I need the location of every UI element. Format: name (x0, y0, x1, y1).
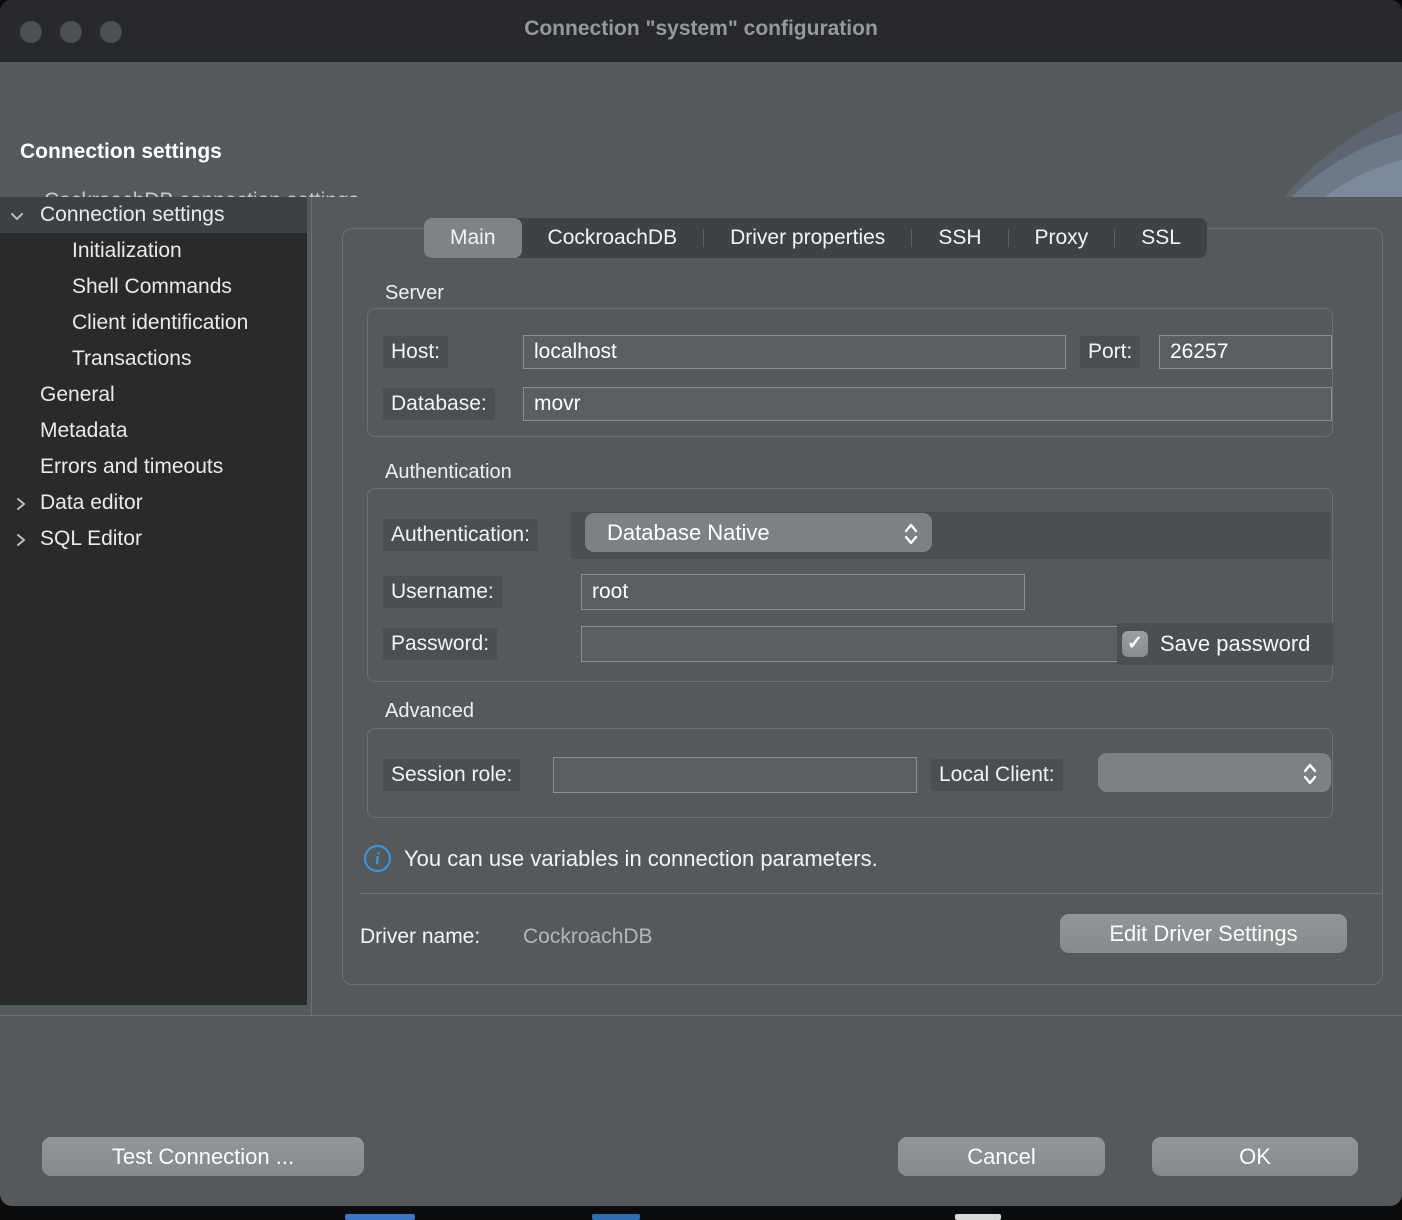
edit-driver-settings-button[interactable]: Edit Driver Settings (1060, 914, 1347, 953)
sidebar-item-label: Data editor (40, 485, 143, 521)
host-input[interactable] (523, 335, 1066, 369)
connection-config-dialog: Connection "system" configuration Connec… (0, 0, 1402, 1206)
chevron-right-icon[interactable] (12, 495, 30, 513)
settings-tree: Connection settings Initialization Shell… (0, 197, 307, 1005)
page-title: Connection settings (20, 140, 222, 164)
sidebar-item-data-editor[interactable]: Data editor (0, 485, 307, 521)
background-app-sliver (592, 1214, 640, 1220)
database-label: Database: (383, 388, 495, 420)
authentication-select[interactable]: Database Native (585, 513, 932, 552)
connection-tabs: Main CockroachDB Driver properties SSH P… (424, 218, 1207, 258)
host-label: Host: (383, 336, 448, 368)
sidebar-item-label: SQL Editor (40, 521, 142, 557)
sidebar-item-transactions[interactable]: Transactions (0, 341, 307, 377)
password-input[interactable] (581, 626, 1126, 662)
sidebar-item-label: Client identification (72, 305, 248, 341)
authentication-group-title: Authentication (385, 461, 512, 484)
sidebar-item-client-identification[interactable]: Client identification (0, 305, 307, 341)
sidebar-item-initialization[interactable]: Initialization (0, 233, 307, 269)
sidebar-item-label: Shell Commands (72, 269, 232, 305)
database-input[interactable] (523, 387, 1332, 421)
page-subtitle: CockroachDB connection settings (44, 189, 359, 197)
session-role-input[interactable] (553, 757, 917, 793)
port-input[interactable] (1159, 335, 1332, 369)
username-input[interactable] (581, 574, 1025, 610)
ok-button[interactable]: OK (1152, 1137, 1358, 1176)
sidebar-item-label: General (40, 377, 115, 413)
test-connection-button[interactable]: Test Connection ... (42, 1137, 364, 1176)
header-banner: Connection settings CockroachDB connecti… (0, 62, 1402, 197)
server-group-title: Server (385, 282, 444, 305)
select-arrows-icon (902, 520, 920, 559)
advanced-group-title: Advanced (385, 700, 474, 723)
authentication-label: Authentication: (383, 519, 538, 551)
sidebar-item-label: Transactions (72, 341, 191, 377)
tab-ssh[interactable]: SSH (912, 218, 1007, 258)
save-password-label: Save password (1160, 623, 1310, 665)
sidebar-item-errors-and-timeouts[interactable]: Errors and timeouts (0, 449, 307, 485)
tab-proxy[interactable]: Proxy (1009, 218, 1115, 258)
sidebar-item-sql-editor[interactable]: SQL Editor (0, 521, 307, 557)
background-app-sliver (345, 1214, 415, 1220)
chevron-down-icon[interactable] (8, 207, 26, 225)
local-client-label: Local Client: (931, 759, 1063, 791)
window-title: Connection "system" configuration (0, 17, 1402, 41)
sidebar-item-label: Connection settings (40, 197, 224, 233)
titlebar: Connection "system" configuration (0, 0, 1402, 62)
tab-cockroachdb[interactable]: CockroachDB (522, 218, 704, 258)
select-arrows-icon (1301, 760, 1319, 799)
driver-name-value: CockroachDB (523, 925, 653, 949)
sidebar-item-general[interactable]: General (0, 377, 307, 413)
footer-divider (0, 1015, 1402, 1016)
sidebar-item-label: Errors and timeouts (40, 449, 223, 485)
tab-main[interactable]: Main (424, 218, 522, 258)
info-text: You can use variables in connection para… (404, 846, 878, 872)
sidebar-item-shell-commands[interactable]: Shell Commands (0, 269, 307, 305)
port-label: Port: (1080, 336, 1140, 368)
chevron-right-icon[interactable] (12, 531, 30, 549)
sidebar-item-connection-settings[interactable]: Connection settings (0, 197, 307, 233)
driver-name-label: Driver name: (360, 925, 480, 949)
session-role-label: Session role: (383, 759, 520, 791)
driver-divider (360, 893, 1382, 894)
save-password-row: ✓ Save password (1117, 623, 1333, 665)
authentication-select-value: Database Native (607, 520, 770, 545)
tab-ssl[interactable]: SSL (1115, 218, 1207, 258)
background-app-sliver (955, 1214, 1001, 1220)
sidebar-item-metadata[interactable]: Metadata (0, 413, 307, 449)
sidebar-divider (311, 197, 312, 1015)
sidebar-item-label: Metadata (40, 413, 128, 449)
sidebar-item-label: Initialization (72, 233, 182, 269)
username-label: Username: (383, 576, 502, 608)
info-icon: i (364, 845, 391, 872)
local-client-select[interactable] (1098, 753, 1331, 792)
decorative-swoosh (1142, 62, 1402, 197)
save-password-checkbox[interactable]: ✓ (1122, 631, 1148, 657)
password-label: Password: (383, 628, 497, 660)
cancel-button[interactable]: Cancel (898, 1137, 1105, 1176)
tab-driver-properties[interactable]: Driver properties (704, 218, 911, 258)
